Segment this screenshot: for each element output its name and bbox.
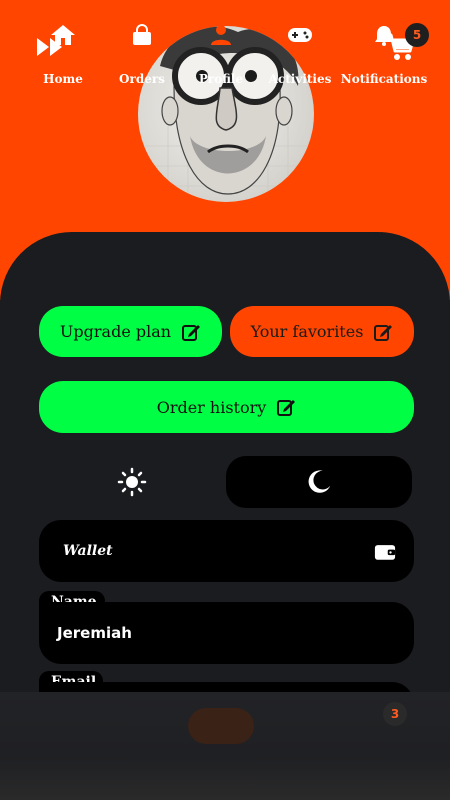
- nav-profile-label: Profile: [198, 72, 244, 86]
- nav-activities[interactable]: Activities: [255, 0, 345, 108]
- wallet-icon: [374, 544, 396, 560]
- light-theme-toggle[interactable]: [39, 456, 225, 508]
- profile-active-indicator: [188, 708, 254, 744]
- upgrade-plan-label: Upgrade plan: [59, 322, 172, 341]
- bell-icon: [375, 26, 393, 46]
- edit-icon: [277, 400, 296, 416]
- home-icon: [51, 25, 75, 45]
- sun-icon: [117, 467, 147, 497]
- user-icon: [211, 25, 231, 45]
- name-field[interactable]: Jeremiah: [39, 602, 414, 664]
- nav-profile[interactable]: Profile: [176, 0, 266, 108]
- nav-orders[interactable]: Orders: [97, 0, 187, 108]
- upgrade-plan-button[interactable]: Upgrade plan: [39, 306, 222, 357]
- order-history-button[interactable]: Order history: [39, 381, 414, 433]
- wallet-label: Wallet: [63, 543, 113, 559]
- moon-icon: [308, 470, 331, 493]
- nav-activities-label: Activities: [268, 72, 332, 86]
- nav-notifications[interactable]: Notifications: [339, 0, 429, 108]
- nav-home-label: Home: [43, 72, 83, 86]
- nav-home[interactable]: Home: [18, 0, 108, 108]
- wallet-card[interactable]: Wallet: [39, 520, 414, 582]
- dark-theme-toggle[interactable]: [226, 456, 412, 508]
- your-favorites-button[interactable]: Your favorites: [230, 306, 414, 357]
- edit-icon: [182, 324, 201, 341]
- edit-icon: [374, 324, 393, 341]
- nav-notifications-label: Notifications: [340, 72, 428, 86]
- name-value: Jeremiah: [57, 624, 132, 642]
- notifications-badge: 3: [383, 702, 407, 726]
- order-history-label: Order history: [156, 397, 267, 417]
- shopping-bag-icon: [133, 24, 151, 45]
- gamepad-icon: [288, 28, 312, 42]
- your-favorites-label: Your favorites: [250, 322, 364, 341]
- nav-orders-label: Orders: [119, 72, 165, 86]
